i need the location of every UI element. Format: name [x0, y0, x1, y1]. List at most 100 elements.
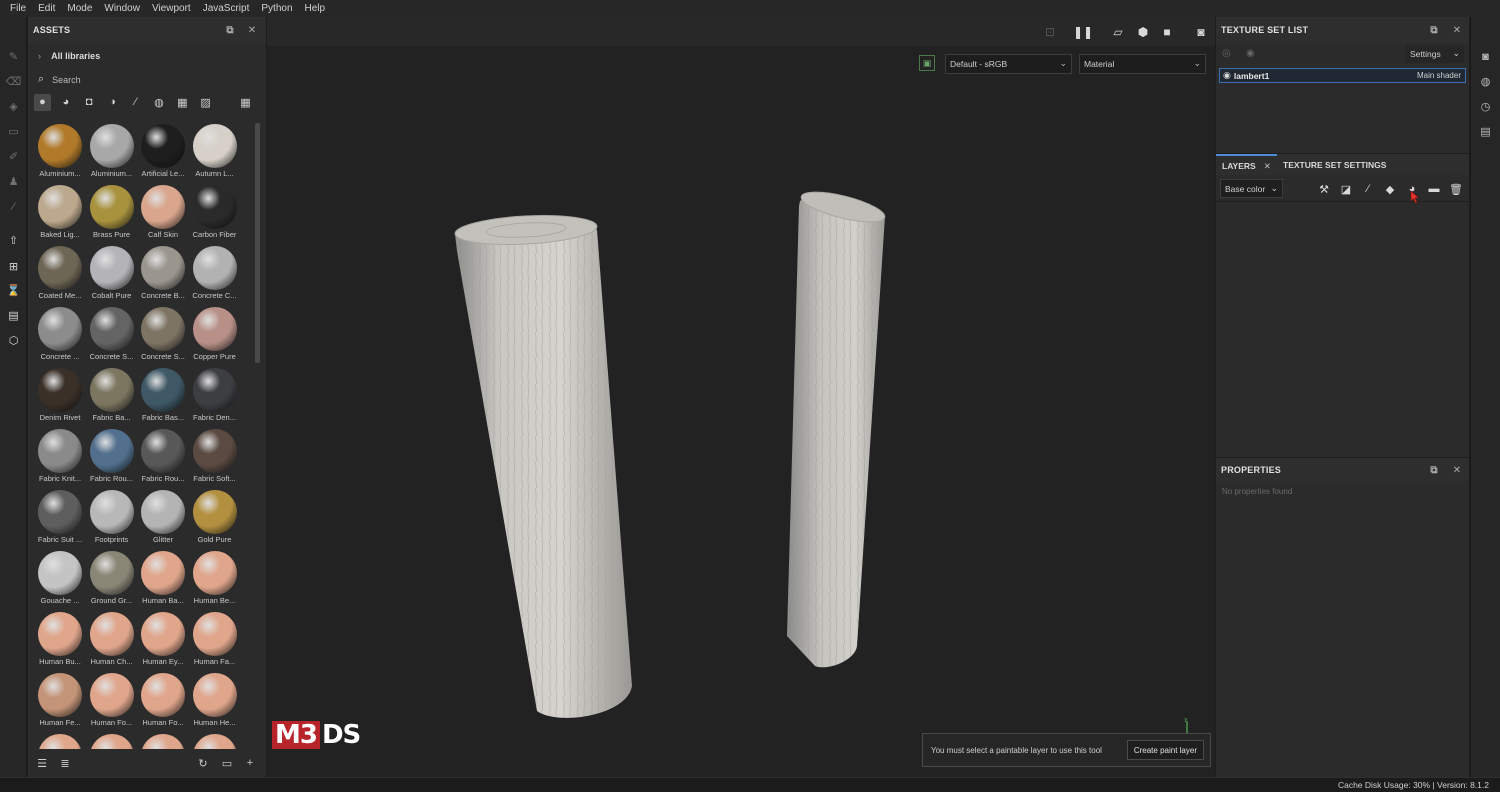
float-panel-icon[interactable]: ⧉ — [1427, 23, 1441, 37]
asset-tile[interactable] — [187, 731, 243, 751]
log-right[interactable] — [787, 186, 887, 668]
asset-tile[interactable]: Concrete ... — [32, 304, 88, 364]
asset-tile[interactable]: Human Ey... — [135, 609, 191, 669]
tab-texture-set-settings[interactable]: TEXTURE SET SETTINGS — [1277, 154, 1397, 176]
camera-mode-icon[interactable]: ▱ — [1110, 24, 1126, 40]
library-icon[interactable]: ⬡ — [6, 333, 21, 348]
menu-window[interactable]: Window — [98, 3, 146, 14]
asset-tile[interactable]: Ground Gr... — [84, 548, 140, 608]
asset-tile[interactable]: Concrete B... — [135, 243, 191, 303]
screenshot-icon[interactable]: ◙ — [1193, 24, 1209, 40]
asset-tile[interactable]: Fabric Rou... — [84, 426, 140, 486]
asset-tile[interactable]: Gold Pure — [187, 487, 243, 547]
asset-tile[interactable]: Coated Me... — [32, 243, 88, 303]
asset-tile[interactable]: Concrete S... — [135, 304, 191, 364]
asset-tile[interactable]: Fabric Ba... — [84, 365, 140, 425]
asset-tile[interactable]: Fabric Bas... — [135, 365, 191, 425]
asset-tile[interactable] — [135, 731, 191, 751]
viewport[interactable]: ⊡ ❚❚ ▱ ⬢ ■ ◙ ▣ Default - sRGB ⌄ Material… — [267, 17, 1215, 777]
list-view-icon[interactable]: ≣ — [58, 756, 72, 770]
asset-tile[interactable]: Autumn L... — [187, 121, 243, 181]
float-panel-icon[interactable]: ⧉ — [223, 23, 237, 37]
add-effect-icon[interactable]: ⚒ — [1317, 182, 1331, 196]
layer-channel-dropdown[interactable]: Base color ⌄ — [1220, 179, 1283, 198]
asset-tile[interactable]: Human Fo... — [135, 670, 191, 730]
asset-tile[interactable]: Cobalt Pure — [84, 243, 140, 303]
log-icon[interactable]: ▤ — [1478, 124, 1493, 139]
asset-tile[interactable]: Gouache ... — [32, 548, 88, 608]
asset-tile[interactable]: Human Ch... — [84, 609, 140, 669]
close-icon[interactable]: ✕ — [245, 23, 259, 37]
visibility-icon[interactable]: ◉ — [1246, 48, 1255, 59]
create-paint-layer-button[interactable]: Create paint layer — [1126, 740, 1204, 760]
asset-tile[interactable]: Baked Lig... — [32, 182, 88, 242]
refresh-icon[interactable]: ↻ — [196, 756, 210, 770]
settings-dropdown[interactable]: Settings ⌄ — [1406, 45, 1464, 63]
close-icon[interactable]: ✕ — [1450, 23, 1464, 37]
asset-tile[interactable]: Aluminium... — [32, 121, 88, 181]
menu-viewport[interactable]: Viewport — [146, 3, 197, 14]
add-icon[interactable]: + — [243, 756, 257, 770]
asset-tile[interactable]: Human He... — [187, 670, 243, 730]
eye-icon[interactable]: ◉ — [1223, 70, 1231, 81]
clone-icon[interactable]: ♟ — [6, 174, 21, 189]
delete-layer-icon[interactable]: 🗑 — [1449, 182, 1463, 196]
menu-help[interactable]: Help — [299, 3, 332, 14]
asset-tile[interactable]: Footprints — [84, 487, 140, 547]
asset-tile[interactable]: Concrete C... — [187, 243, 243, 303]
history-icon[interactable]: ◷ — [1478, 99, 1493, 114]
eraser-icon[interactable]: ⌫ — [6, 74, 22, 89]
asset-tile[interactable]: Human Ba... — [135, 548, 191, 608]
filter-icon[interactable]: ⌛ — [6, 283, 21, 298]
asset-tile[interactable]: Human Fa... — [187, 609, 243, 669]
asset-tile[interactable]: Fabric Knit... — [32, 426, 88, 486]
asset-tile[interactable]: Aluminium... — [84, 121, 140, 181]
add-folder-icon[interactable]: ▬ — [1427, 182, 1441, 196]
asset-tile[interactable]: Human Be... — [187, 548, 243, 608]
video-camera-icon[interactable]: ■ — [1159, 24, 1175, 40]
projection-icon[interactable]: ◈ — [6, 99, 21, 114]
asset-tile[interactable] — [84, 731, 140, 751]
asset-tile[interactable]: Denim Rivet — [32, 365, 88, 425]
sort-icon[interactable]: ☰ — [35, 756, 49, 770]
library-selector[interactable]: › All libraries — [38, 51, 100, 61]
close-icon[interactable]: ✕ — [1264, 161, 1271, 172]
search-field[interactable]: ⌕ Search — [38, 73, 81, 86]
texture-set-shader[interactable]: Main shader — [1417, 71, 1461, 80]
smart-material-icon[interactable]: ◕ — [57, 94, 74, 111]
asset-tile[interactable]: Calf Skin — [135, 182, 191, 242]
tab-layers[interactable]: LAYERS ✕ — [1216, 154, 1277, 176]
menu-edit[interactable]: Edit — [32, 3, 61, 14]
asset-tile[interactable]: Glitter — [135, 487, 191, 547]
menu-javascript[interactable]: JavaScript — [197, 3, 256, 14]
solo-icon[interactable]: ◎ — [1222, 48, 1231, 59]
bake-icon[interactable]: ⊞ — [6, 259, 21, 274]
add-fill-layer-icon[interactable]: ◆ — [1383, 182, 1397, 196]
shader-settings-icon[interactable]: ◍ — [1478, 74, 1493, 89]
display-settings-icon[interactable]: ◙ — [1478, 49, 1493, 64]
log-left[interactable] — [454, 212, 632, 718]
environment-icon[interactable]: ▨ — [197, 94, 214, 111]
asset-tile[interactable]: Human Fo... — [84, 670, 140, 730]
geometry-fill-icon[interactable]: ▭ — [6, 124, 21, 139]
menu-python[interactable]: Python — [255, 3, 298, 14]
asset-tile[interactable]: Human Fe... — [32, 670, 88, 730]
export-icon[interactable]: ⇧ — [6, 233, 21, 248]
folder-icon[interactable]: ▭ — [220, 756, 234, 770]
asset-tile[interactable]: Human Bu... — [32, 609, 88, 669]
assets-scrollbar[interactable] — [255, 123, 260, 363]
texture-set-row[interactable]: ◉ lambert1 Main shader — [1219, 68, 1466, 83]
asset-tile[interactable]: Artificial Le... — [135, 121, 191, 181]
particle-icon[interactable]: ◍ — [150, 94, 167, 111]
asset-tile[interactable]: Concrete S... — [84, 304, 140, 364]
search-input[interactable]: Search — [52, 75, 81, 85]
document-icon[interactable]: ▤ — [6, 308, 21, 323]
asset-tile[interactable] — [32, 731, 88, 751]
asset-tile[interactable]: Copper Pure — [187, 304, 243, 364]
picker-icon[interactable]: ⁄ — [6, 199, 21, 214]
asset-tile[interactable]: Fabric Den... — [187, 365, 243, 425]
smudge-icon[interactable]: ✐ — [6, 149, 21, 164]
paint-brush-icon[interactable]: ✎ — [6, 49, 21, 64]
texture-icon[interactable]: ▦ — [174, 94, 191, 111]
asset-tile[interactable]: Fabric Suit ... — [32, 487, 88, 547]
